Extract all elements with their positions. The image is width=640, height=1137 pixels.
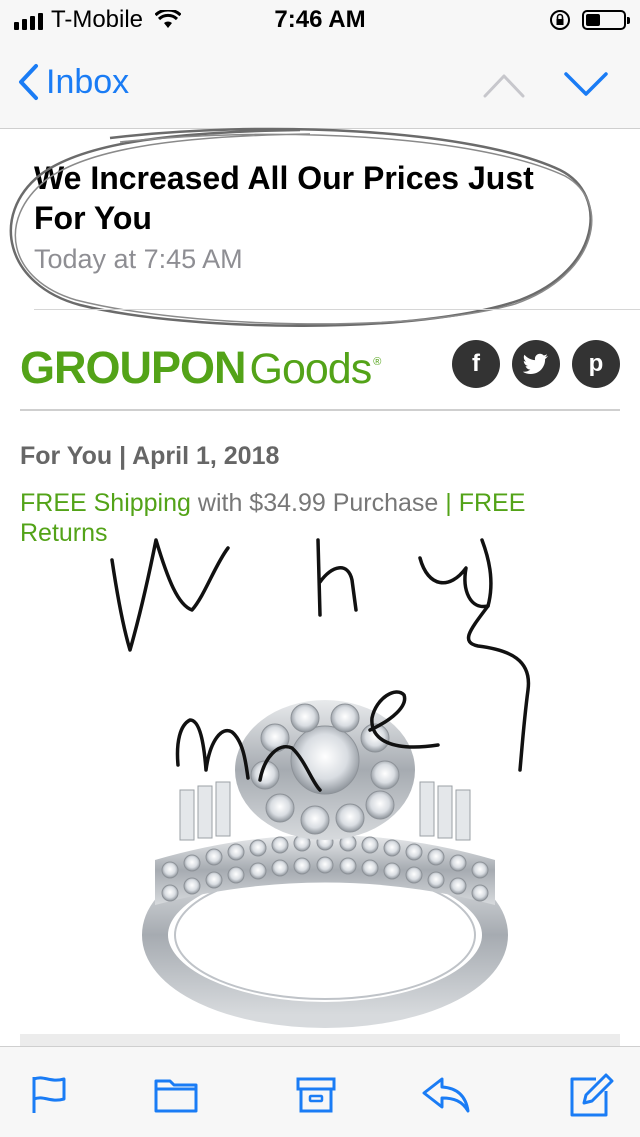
- bottom-toolbar: [0, 1046, 640, 1137]
- reply-icon[interactable]: [418, 1071, 472, 1115]
- status-right: [548, 8, 630, 32]
- groupon-goods-logo: GROUPON Goods ®: [20, 340, 381, 397]
- registered-mark: ®: [373, 356, 382, 368]
- battery-icon: [582, 10, 630, 30]
- navigation-bar: Inbox: [0, 40, 640, 129]
- free-shipping-text: FREE Shipping: [20, 489, 191, 517]
- dateline: For You | April 1, 2018: [20, 442, 280, 470]
- compose-icon[interactable]: [566, 1071, 614, 1119]
- logo-groupon-text: GROUPON: [20, 342, 247, 393]
- content-divider: [20, 409, 620, 411]
- pinterest-icon[interactable]: p: [572, 340, 620, 388]
- facebook-icon[interactable]: f: [452, 340, 500, 388]
- previous-message-chevron-up-icon[interactable]: [482, 66, 526, 100]
- logo-goods-text: Goods: [249, 345, 373, 393]
- twitter-bird-glyph: [523, 353, 548, 374]
- footer-strip: [20, 1034, 620, 1046]
- header-divider: [34, 309, 640, 310]
- handwritten-note-why-me: [110, 538, 531, 792]
- orientation-lock-icon: [550, 10, 570, 30]
- flag-icon[interactable]: [26, 1071, 70, 1115]
- back-label: Inbox: [46, 63, 130, 101]
- status-time: 7:46 AM: [274, 6, 366, 33]
- purchase-threshold-text: with $34.99 Purchase: [190, 489, 446, 517]
- twitter-icon[interactable]: [512, 340, 560, 388]
- back-button[interactable]: Inbox: [16, 62, 129, 102]
- hand-drawn-circle-annotation: [9, 127, 593, 327]
- folder-icon[interactable]: [152, 1071, 200, 1115]
- next-message-chevron-down-icon[interactable]: [562, 66, 610, 100]
- status-bar: T-Mobile 7:46 AM: [0, 0, 640, 40]
- archive-icon[interactable]: [292, 1071, 340, 1115]
- chevron-left-icon: [19, 64, 38, 100]
